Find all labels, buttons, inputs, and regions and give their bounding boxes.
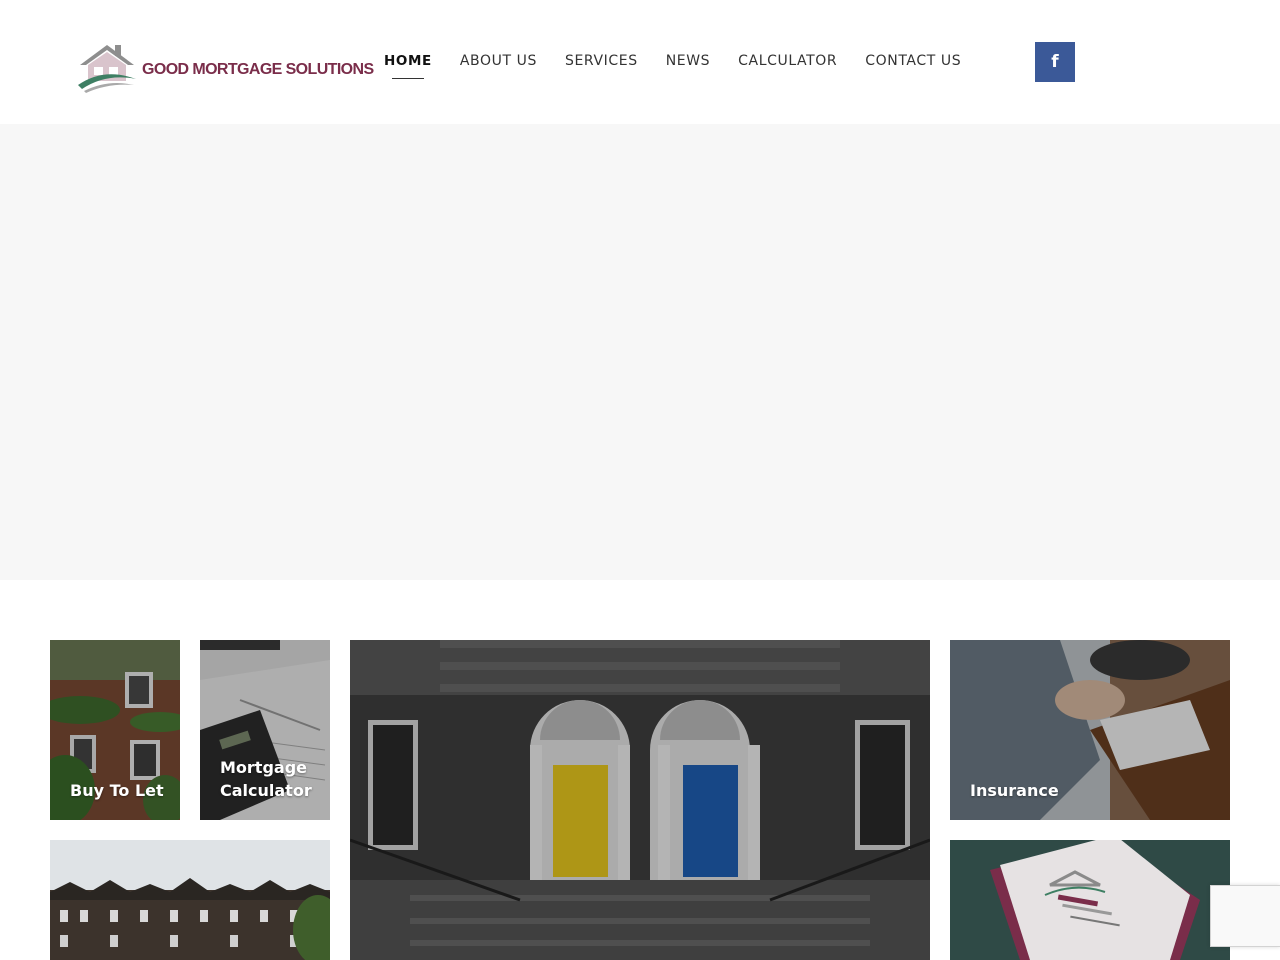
recaptcha-badge[interactable] bbox=[1210, 885, 1280, 947]
houses-image bbox=[50, 840, 330, 960]
tile-mortgage-calculator[interactable]: Mortgage Calculator bbox=[200, 640, 330, 820]
tile-featured-doors[interactable] bbox=[350, 640, 930, 960]
guide-book-image bbox=[950, 840, 1230, 960]
tile-guide-book[interactable] bbox=[950, 840, 1230, 960]
site-header: GOOD MORTGAGE SOLUTIONS HOME ABOUT US SE… bbox=[0, 0, 1280, 124]
tile-label-line-1: Mortgage bbox=[220, 758, 308, 777]
tile-insurance[interactable]: Insurance bbox=[950, 640, 1230, 820]
tile-label-insurance: Insurance bbox=[970, 781, 1059, 800]
nav-contact-us[interactable]: CONTACT US bbox=[865, 53, 961, 69]
facebook-button[interactable]: f bbox=[1035, 42, 1075, 82]
tile-houses[interactable] bbox=[50, 840, 330, 960]
hero-banner bbox=[0, 124, 1280, 580]
logo-text: GOOD MORTGAGE SOLUTIONS bbox=[142, 61, 374, 78]
nav-home[interactable]: HOME bbox=[384, 53, 432, 79]
tile-buy-to-let[interactable]: Buy To Let bbox=[50, 640, 180, 820]
nav-news[interactable]: NEWS bbox=[666, 53, 710, 69]
nav-calculator[interactable]: CALCULATOR bbox=[738, 53, 837, 69]
tile-label-buy-to-let: Buy To Let bbox=[70, 781, 164, 800]
tile-label-mortgage-calculator: Mortgage Calculator bbox=[220, 756, 312, 802]
nav-about-us[interactable]: ABOUT US bbox=[460, 53, 537, 69]
house-logo-icon bbox=[78, 45, 136, 93]
nav-services[interactable]: SERVICES bbox=[565, 53, 638, 69]
main-nav: HOME ABOUT US SERVICES NEWS CALCULATOR C… bbox=[384, 53, 989, 79]
tile-label-line-2: Calculator bbox=[220, 781, 312, 800]
site-logo[interactable]: GOOD MORTGAGE SOLUTIONS bbox=[76, 40, 374, 94]
facebook-icon: f bbox=[1051, 52, 1059, 72]
